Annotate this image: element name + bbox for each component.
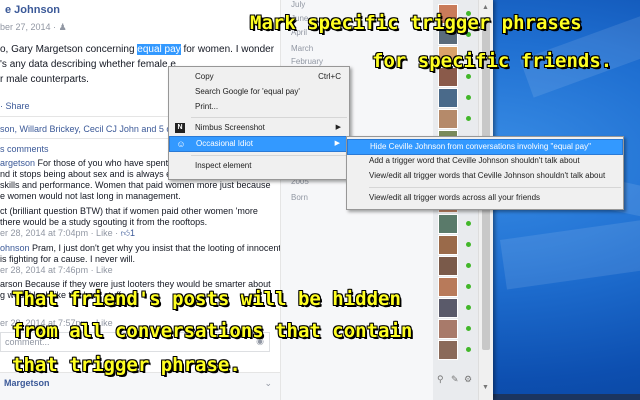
menu-separator: [191, 155, 347, 156]
chat-avatar[interactable]: [438, 319, 458, 339]
search-icon[interactable]: ⚲: [437, 374, 444, 385]
comment-line: skills and performance. Women that paid …: [0, 180, 271, 190]
online-indicator: [466, 116, 471, 121]
menu-item-copy[interactable]: Copy Ctrl+C: [169, 70, 349, 84]
view-comments-link[interactable]: s comments: [0, 144, 49, 154]
scroll-down-arrow-icon[interactable]: ▼: [482, 384, 489, 391]
post-prefix: o, Gary Margetson concerning: [0, 44, 138, 55]
caption-bottom-line1: That friend's posts will be hidden: [12, 288, 401, 310]
timeline-item[interactable]: July: [291, 0, 305, 9]
next-post: Margetson ⌄: [0, 372, 280, 400]
chevron-down-icon[interactable]: ⌄: [264, 378, 272, 389]
smiley-icon: ☺: [176, 139, 186, 149]
online-indicator: [466, 284, 471, 289]
submenu-item-hide-friend[interactable]: Hide Ceville Johnson from conversations …: [347, 139, 623, 155]
online-indicator: [466, 95, 471, 100]
caption-top-line1: Mark specific trigger phrases: [250, 12, 582, 34]
like-thumb-icon: 👍︎: [120, 228, 130, 238]
menu-item-search-google[interactable]: Search Google for 'equal pay': [169, 85, 349, 99]
comment-text: For those of you who have spent time: [35, 158, 188, 168]
menu-item-label: Copy: [195, 72, 214, 81]
light-beam: [500, 198, 640, 290]
online-indicator: [466, 242, 471, 247]
timestamp-text: ber 27, 2014 ·: [0, 22, 57, 32]
compose-icon[interactable]: ✎: [451, 374, 459, 385]
menu-item-occasional-idiot[interactable]: ☺ Occasional Idiot ▶: [169, 136, 349, 152]
post-text-line: 's any data describing whether female e: [0, 59, 176, 70]
likers-list[interactable]: son, Willard Brickey, Cecil CJ John and …: [0, 124, 187, 134]
online-indicator: [466, 263, 471, 268]
submenu-arrow-icon: ▶: [335, 124, 341, 131]
menu-item-label: Nimbus Screenshot: [195, 123, 265, 132]
next-post-author[interactable]: Margetson: [4, 378, 50, 388]
post-author[interactable]: e Johnson: [5, 4, 60, 16]
submenu-arrow-icon: ▶: [334, 140, 340, 147]
nimbus-icon: N: [175, 123, 185, 133]
menu-separator: [369, 187, 621, 188]
chat-avatar[interactable]: [438, 256, 458, 276]
comment-author[interactable]: argetson: [0, 158, 35, 168]
comment-line: argetson For those of you who have spent…: [0, 158, 188, 168]
chat-avatar[interactable]: [438, 340, 458, 360]
like-count[interactable]: 1: [130, 228, 135, 238]
selected-text[interactable]: equal pay: [137, 44, 181, 55]
comment-line: ohnson Pram, I just don't get why you in…: [0, 243, 281, 253]
menu-separator: [191, 117, 347, 118]
online-indicator: [466, 347, 471, 352]
menu-item-nimbus[interactable]: N Nimbus Screenshot ▶: [169, 121, 349, 135]
timeline-item[interactable]: March: [291, 44, 313, 53]
friends-icon: ♟: [58, 22, 67, 32]
timeline-item[interactable]: Born: [291, 193, 308, 202]
context-menu: Copy Ctrl+C Search Google for 'equal pay…: [168, 66, 350, 180]
caption-top-line2: for specific friends.: [372, 50, 613, 72]
chat-avatar[interactable]: [438, 277, 458, 297]
post-text-line: r male counterparts.: [0, 74, 89, 85]
settings-icon[interactable]: ⚙: [464, 374, 472, 385]
chat-avatar[interactable]: [438, 88, 458, 108]
submenu-item-add-trigger[interactable]: Add a trigger word that Ceville Johnson …: [347, 154, 623, 168]
comment-line: ct (brilliant question BTW) that if wome…: [0, 206, 258, 216]
online-indicator: [466, 221, 471, 226]
menu-item-inspect[interactable]: Inspect element: [169, 159, 349, 173]
shortcut-label: Ctrl+C: [318, 72, 341, 81]
chat-avatar[interactable]: [438, 109, 458, 129]
comment-meta: er 28, 2014 at 7:46pm · Like: [0, 265, 113, 275]
post-suffix: for women. I wonder: [180, 44, 275, 55]
chat-avatar[interactable]: [438, 235, 458, 255]
menu-item-label: Occasional Idiot: [196, 139, 253, 148]
submenu: Hide Ceville Johnson from conversations …: [346, 136, 624, 210]
share-link[interactable]: · Share: [0, 101, 30, 111]
chat-avatar[interactable]: [438, 298, 458, 318]
comment-author[interactable]: ohnson: [0, 243, 30, 253]
comment-line: nd it stops being about sex and is alway…: [0, 169, 186, 179]
post-timestamp: ber 27, 2014 · ♟: [0, 22, 67, 33]
comment-line: e women would not last long in managemen…: [0, 191, 181, 201]
comment-line: there would be a study sgouting it from …: [0, 217, 208, 227]
caption-bottom-line2: from all conversations that contain: [12, 320, 413, 342]
chat-avatar[interactable]: [438, 214, 458, 234]
comment-text: Pram, I just don't get why you insist th…: [29, 243, 281, 253]
comment-meta: er 28, 2014 at 7:04pm · Like · 👍︎1: [0, 228, 135, 239]
submenu-item-view-friend-triggers[interactable]: View/edit all trigger words that Ceville…: [347, 169, 623, 183]
comment-line: is fighting for a cause. I never will.: [0, 254, 136, 264]
online-indicator: [466, 326, 471, 331]
submenu-item-view-all-triggers[interactable]: View/edit all trigger words across all y…: [347, 191, 623, 205]
post-text-line: o, Gary Margetson concerning equal pay f…: [0, 44, 274, 55]
scroll-up-arrow-icon[interactable]: ▲: [482, 4, 489, 11]
timeline-item[interactable]: February: [291, 57, 323, 66]
menu-item-print[interactable]: Print...: [169, 100, 349, 114]
comment-meta-text: er 28, 2014 at 7:04pm · Like ·: [0, 228, 121, 238]
online-indicator: [466, 305, 471, 310]
caption-bottom-line3: that trigger phrase.: [12, 354, 241, 376]
online-indicator: [466, 74, 471, 79]
